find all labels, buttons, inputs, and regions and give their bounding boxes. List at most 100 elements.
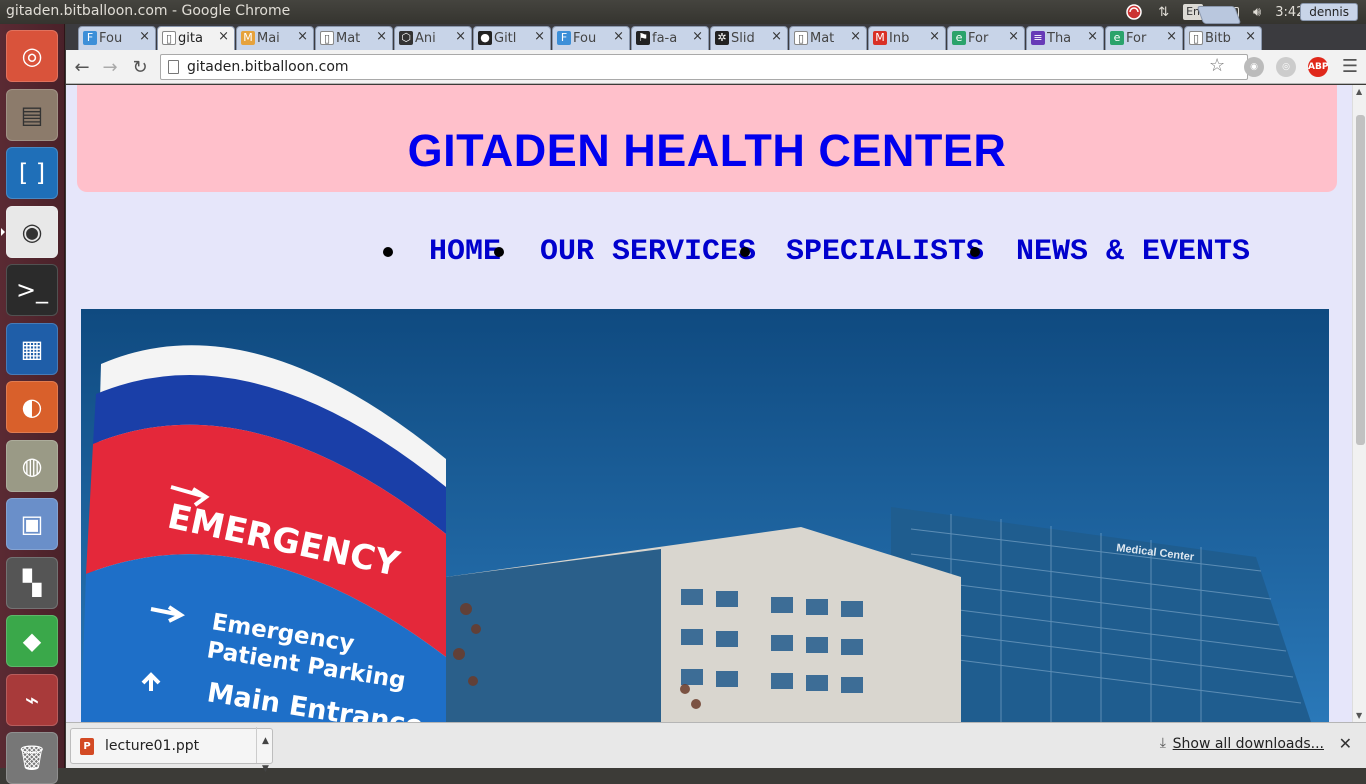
tab-strip: F Fou × ▯ gita × M Mai × ▯ Mat × ⬡ Ani × ● Gitl × F Fou × ⚑ fa… <box>66 24 1366 50</box>
launcher-writer[interactable]: ▦ <box>6 322 58 375</box>
launcher-ubuntu-dash[interactable]: ◎ <box>6 30 58 82</box>
tab-close-icon[interactable]: × <box>139 29 150 44</box>
tab-favicon-icon: ⬡ <box>399 31 413 45</box>
browser-tab[interactable]: M Inb × <box>868 26 946 50</box>
browser-tab[interactable]: ▯ Mat × <box>789 26 867 50</box>
nav-our-services-link[interactable]: OUR SERVICES <box>540 235 756 269</box>
tab-close-icon[interactable]: × <box>218 29 229 44</box>
header-banner: GITADEN HEALTH CENTER <box>77 85 1337 192</box>
terminal-icon: >_ <box>15 276 49 304</box>
cube-icon: ▣ <box>20 510 44 538</box>
browser-tab[interactable]: ⬡ Ani × <box>394 26 472 50</box>
launcher-usb[interactable]: ⌁ <box>6 673 58 726</box>
tab-close-icon[interactable]: × <box>1008 29 1019 44</box>
show-all-downloads-link[interactable]: Show all downloads... <box>1173 736 1324 752</box>
nav-bullet <box>740 247 750 257</box>
hero-image: Medical Center EMERGENCY Emergency Patie… <box>81 309 1329 722</box>
tab-title: Tha <box>1047 31 1072 46</box>
close-icon[interactable]: ✕ <box>1339 734 1352 753</box>
launcher-video-editor[interactable]: ▚ <box>6 556 58 609</box>
browser-tab[interactable]: M Mai × <box>236 26 314 50</box>
chrome-menu-icon[interactable]: ☰ <box>1342 56 1358 77</box>
tab-favicon-icon: ✲ <box>715 31 729 45</box>
tab-favicon-icon: e <box>1110 31 1124 45</box>
nav-bullet <box>970 247 980 257</box>
scrollbar-thumb[interactable] <box>1356 115 1365 445</box>
tab-favicon-icon: M <box>241 31 255 45</box>
tab-close-icon[interactable]: × <box>1166 29 1177 44</box>
tab-close-icon[interactable]: × <box>850 29 861 44</box>
browser-tab[interactable]: ▯ Mat × <box>315 26 393 50</box>
tab-title: Slid <box>731 31 755 46</box>
extension-shield-icon[interactable]: ◎ <box>1276 57 1296 77</box>
usb-icon: ⌁ <box>24 685 40 714</box>
unity-launcher: ◎ ▤ [ ] ◉ >_ ▦ ◐ ◍ ▣ ▚ ◆ ⌁ 🗑︎ <box>0 24 65 784</box>
launcher-chrome[interactable]: ◉ <box>1 205 58 258</box>
nav-news-events-link[interactable]: NEWS & EVENTS <box>1016 235 1250 269</box>
launcher-files[interactable]: ▤ <box>6 88 58 141</box>
page-scrollbar[interactable]: ▲ ▼ <box>1352 85 1366 722</box>
new-tab-button[interactable] <box>1196 6 1242 24</box>
tab-favicon-icon: F <box>557 31 571 45</box>
address-bar[interactable]: gitaden.bitballoon.com <box>160 54 1248 80</box>
sync-icon[interactable] <box>1124 2 1144 22</box>
tab-title: Fou <box>99 31 123 46</box>
network-icon[interactable]: ⇅ <box>1158 2 1169 22</box>
launcher-brackets[interactable]: [ ] <box>6 147 58 199</box>
browser-tab[interactable]: e For × <box>1105 26 1183 50</box>
profile-button[interactable]: dennis <box>1300 3 1358 21</box>
tab-close-icon[interactable]: × <box>613 29 624 44</box>
tab-title: Mai <box>257 31 280 46</box>
launcher-speaker[interactable]: ◍ <box>6 439 58 492</box>
launcher-terminal[interactable]: >_ <box>6 264 58 316</box>
browser-tab[interactable]: ≡ Tha × <box>1026 26 1104 50</box>
reload-icon[interactable]: ↻ <box>128 55 152 79</box>
tab-close-icon[interactable]: × <box>297 29 308 44</box>
launcher-virtualbox[interactable]: ▣ <box>6 498 58 550</box>
chrome-icon: ◉ <box>21 217 43 246</box>
browser-tab[interactable]: F Fou × <box>78 26 156 50</box>
file-cabinet-icon: ▤ <box>20 100 44 129</box>
tab-close-icon[interactable]: × <box>1087 29 1098 44</box>
tab-close-icon[interactable]: × <box>534 29 545 44</box>
forward-arrow-icon[interactable]: → <box>98 55 122 79</box>
tab-close-icon[interactable]: × <box>929 29 940 44</box>
nav-specialists-link[interactable]: SPECIALISTS <box>786 235 984 269</box>
volume-icon[interactable]: 🔊︎ <box>1253 2 1261 22</box>
browser-tab[interactable]: F Fou × <box>552 26 630 50</box>
browser-tab[interactable]: ✲ Slid × <box>710 26 788 50</box>
tab-close-icon[interactable]: × <box>771 29 782 44</box>
page-viewport: GITADEN HEALTH CENTER HOME OUR SERVICES … <box>66 85 1352 722</box>
tab-title: For <box>1126 31 1147 46</box>
launcher-color-cube[interactable]: ◆ <box>6 615 58 667</box>
tab-title: gita <box>178 31 203 46</box>
tab-title: Fou <box>573 31 597 46</box>
tab-close-icon[interactable]: × <box>455 29 466 44</box>
browser-tab[interactable]: ● Gitl × <box>473 26 551 50</box>
tab-close-icon[interactable]: × <box>692 29 703 44</box>
extension-icon[interactable]: ◉ <box>1244 57 1264 77</box>
tab-title: Bitb <box>1205 31 1231 46</box>
back-arrow-icon[interactable]: ← <box>70 55 94 79</box>
running-indicator <box>1 227 5 236</box>
browser-tab[interactable]: ⚑ fa-a × <box>631 26 709 50</box>
adblock-icon[interactable]: ABP <box>1308 57 1328 77</box>
nav-bullet <box>383 247 393 257</box>
bookmark-star-icon[interactable]: ☆ <box>1209 55 1225 76</box>
download-item[interactable]: P lecture01.ppt <box>70 728 273 764</box>
browser-tab[interactable]: e For × <box>947 26 1025 50</box>
scroll-down-icon[interactable]: ▼ <box>1356 711 1362 720</box>
browser-tab[interactable]: ▯ gita × <box>157 26 235 50</box>
scroll-up-icon[interactable]: ▲ <box>1356 87 1362 96</box>
tab-favicon-icon: ▯ <box>162 31 176 45</box>
powerpoint-file-icon: P <box>80 738 94 755</box>
address-url: gitaden.bitballoon.com <box>187 59 349 75</box>
browser-tab[interactable]: ▯ Bitb × <box>1184 26 1262 50</box>
tab-close-icon[interactable]: × <box>1245 29 1256 44</box>
launcher-firefox[interactable]: ◐ <box>6 381 58 433</box>
launcher-trash[interactable]: 🗑︎ <box>6 732 58 784</box>
download-options-chevron-icon[interactable]: ▲ ▼ <box>256 727 274 774</box>
tab-close-icon[interactable]: × <box>376 29 387 44</box>
tab-title: Ani <box>415 31 436 46</box>
nav-home-link[interactable]: HOME <box>429 235 501 269</box>
